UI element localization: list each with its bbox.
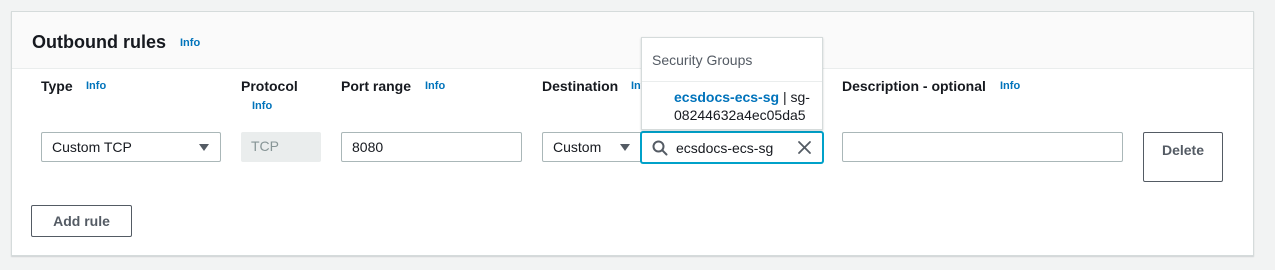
port-range-input[interactable]: 8080 — [341, 132, 522, 162]
description-input[interactable] — [842, 132, 1123, 162]
add-rule-button[interactable]: Add rule — [31, 205, 132, 237]
caret-down-icon — [199, 144, 209, 151]
protocol-column-label: Protocol — [241, 78, 298, 94]
dropdown-group-label: Security Groups — [642, 38, 822, 82]
destination-type-select[interactable]: Custom — [542, 132, 642, 162]
type-info-link[interactable]: Info — [86, 80, 106, 92]
destination-type-value: Custom — [553, 139, 602, 155]
delete-rule-button[interactable]: Delete — [1143, 132, 1223, 182]
description-info-link[interactable]: Info — [1000, 80, 1020, 92]
security-group-option[interactable]: ecsdocs-ecs-sg | sg-08244632a4ec05da5 — [642, 82, 822, 130]
destination-column-label: Destination — [542, 78, 619, 94]
protocol-info-link[interactable]: Info — [252, 100, 272, 112]
destination-search-value: ecsdocs-ecs-sg — [676, 140, 774, 156]
security-groups-dropdown: Security Groups ecsdocs-ecs-sg | sg-0824… — [641, 37, 823, 130]
type-select-value: Custom TCP — [52, 139, 132, 155]
type-select[interactable]: Custom TCP — [41, 132, 221, 162]
close-icon[interactable] — [797, 140, 812, 155]
destination-search-input[interactable]: ecsdocs-ecs-sg — [641, 132, 823, 163]
title-info-link[interactable]: Info — [180, 37, 200, 49]
panel-header: Outbound rules Info — [12, 12, 1253, 69]
protocol-value: TCP — [251, 138, 279, 154]
port-range-info-link[interactable]: Info — [425, 80, 445, 92]
option-name: ecsdocs-ecs-sg — [674, 89, 780, 105]
search-icon — [652, 140, 668, 156]
description-column-label: Description - optional — [842, 78, 986, 94]
port-range-value: 8080 — [352, 139, 384, 155]
protocol-field: TCP — [241, 132, 321, 162]
type-column-label: Type — [41, 78, 73, 94]
option-separator: | — [779, 89, 791, 105]
caret-down-icon — [620, 144, 630, 151]
port-range-column-label: Port range — [341, 78, 412, 94]
panel-title: Outbound rules — [32, 32, 166, 52]
